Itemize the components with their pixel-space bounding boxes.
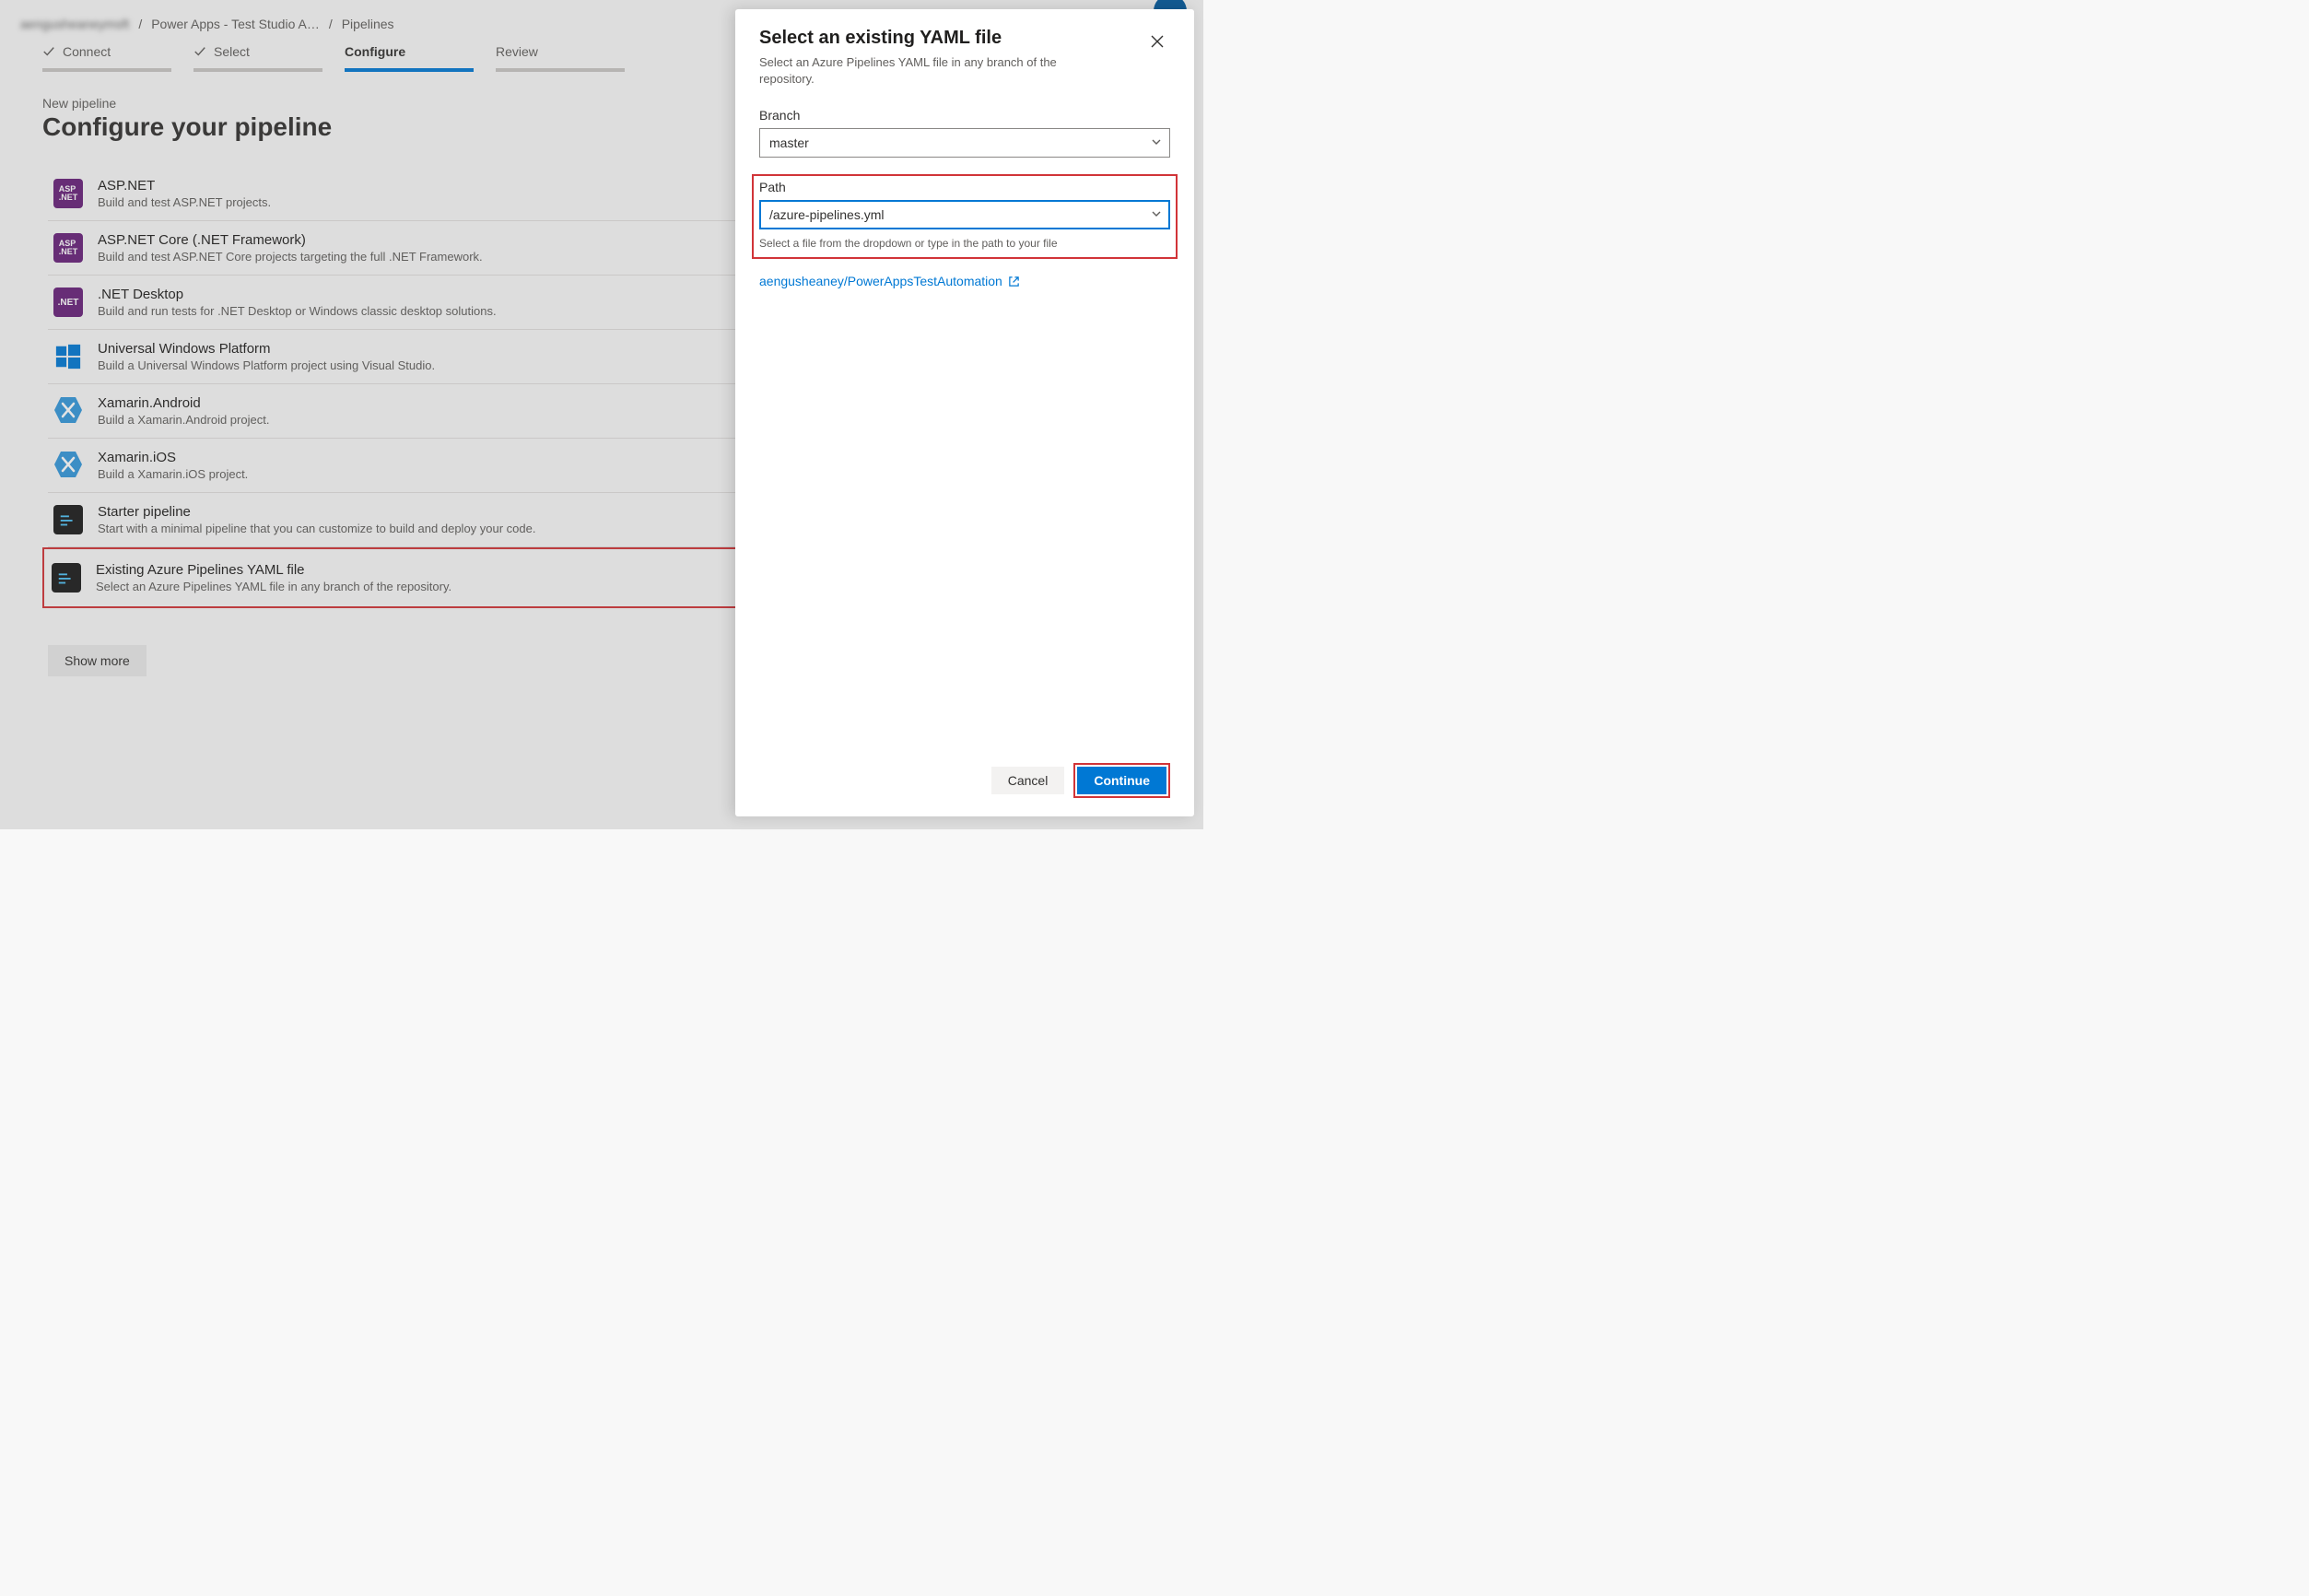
check-icon xyxy=(42,45,55,58)
branch-label: Branch xyxy=(759,108,1170,123)
step-label: Connect xyxy=(63,44,111,59)
panel-subtitle: Select an Azure Pipelines YAML file in a… xyxy=(759,54,1109,88)
xamarin-icon xyxy=(53,395,83,425)
option-desc: Build and test ASP.NET projects. xyxy=(98,195,271,209)
aspnet-core-icon: ASP.NET xyxy=(53,233,83,263)
breadcrumb-org[interactable]: aengusheaneymsft xyxy=(20,17,129,31)
path-field-highlight: Path /azure-pipelines.yml Select a file … xyxy=(752,174,1178,259)
branch-value: master xyxy=(769,135,809,150)
option-title: Xamarin.Android xyxy=(98,395,269,411)
close-button[interactable] xyxy=(1144,29,1170,55)
yaml-panel: Select an existing YAML file Select an A… xyxy=(735,9,1194,816)
step-configure[interactable]: Configure xyxy=(345,44,474,72)
chevron-down-icon xyxy=(1151,207,1162,222)
cancel-button[interactable]: Cancel xyxy=(991,767,1065,794)
option-desc: Build a Universal Windows Platform proje… xyxy=(98,358,435,372)
path-helper: Select a file from the dropdown or type … xyxy=(759,237,1170,250)
breadcrumb-project[interactable]: Power Apps - Test Studio A… xyxy=(151,17,320,31)
continue-highlight: Continue xyxy=(1073,763,1170,798)
option-title: .NET Desktop xyxy=(98,287,497,302)
option-title: Universal Windows Platform xyxy=(98,341,435,357)
step-label: Review xyxy=(496,44,538,59)
step-label: Configure xyxy=(345,44,405,59)
option-title: Existing Azure Pipelines YAML file xyxy=(96,562,451,578)
option-title: ASP.NET xyxy=(98,178,271,194)
repo-link-label: aengusheaney/PowerAppsTestAutomation xyxy=(759,274,1002,288)
breadcrumb-leaf[interactable]: Pipelines xyxy=(342,17,394,31)
chevron-down-icon xyxy=(1151,135,1162,150)
breadcrumb-sep: / xyxy=(329,17,333,31)
close-icon xyxy=(1150,38,1165,52)
path-value: /azure-pipelines.yml xyxy=(769,207,885,222)
repo-link[interactable]: aengusheaney/PowerAppsTestAutomation xyxy=(759,274,1170,288)
option-title: Starter pipeline xyxy=(98,504,535,520)
option-desc: Start with a minimal pipeline that you c… xyxy=(98,522,535,535)
branch-select[interactable]: master xyxy=(759,128,1170,158)
option-title: Xamarin.iOS xyxy=(98,450,248,465)
xamarin-icon xyxy=(53,450,83,479)
step-label: Select xyxy=(214,44,250,59)
step-connect[interactable]: Connect xyxy=(42,44,171,72)
panel-title: Select an existing YAML file xyxy=(759,28,1109,49)
option-desc: Build and test ASP.NET Core projects tar… xyxy=(98,250,483,264)
option-desc: Select an Azure Pipelines YAML file in a… xyxy=(96,580,451,593)
option-title: ASP.NET Core (.NET Framework) xyxy=(98,232,483,248)
check-icon xyxy=(193,45,206,58)
windows-icon xyxy=(53,342,83,371)
aspnet-icon: ASP.NET xyxy=(53,179,83,208)
external-link-icon xyxy=(1008,276,1020,288)
yaml-icon xyxy=(53,505,83,534)
option-desc: Build a Xamarin.iOS project. xyxy=(98,467,248,481)
breadcrumb-sep: / xyxy=(138,17,142,31)
option-desc: Build and run tests for .NET Desktop or … xyxy=(98,304,497,318)
yaml-icon xyxy=(52,563,81,593)
path-select[interactable]: /azure-pipelines.yml xyxy=(759,200,1170,229)
show-more-button[interactable]: Show more xyxy=(48,645,147,676)
path-label: Path xyxy=(759,180,1170,194)
continue-button[interactable]: Continue xyxy=(1077,767,1166,794)
dotnet-icon: .NET xyxy=(53,288,83,317)
option-desc: Build a Xamarin.Android project. xyxy=(98,413,269,427)
step-select[interactable]: Select xyxy=(193,44,322,72)
step-review[interactable]: Review xyxy=(496,44,625,72)
